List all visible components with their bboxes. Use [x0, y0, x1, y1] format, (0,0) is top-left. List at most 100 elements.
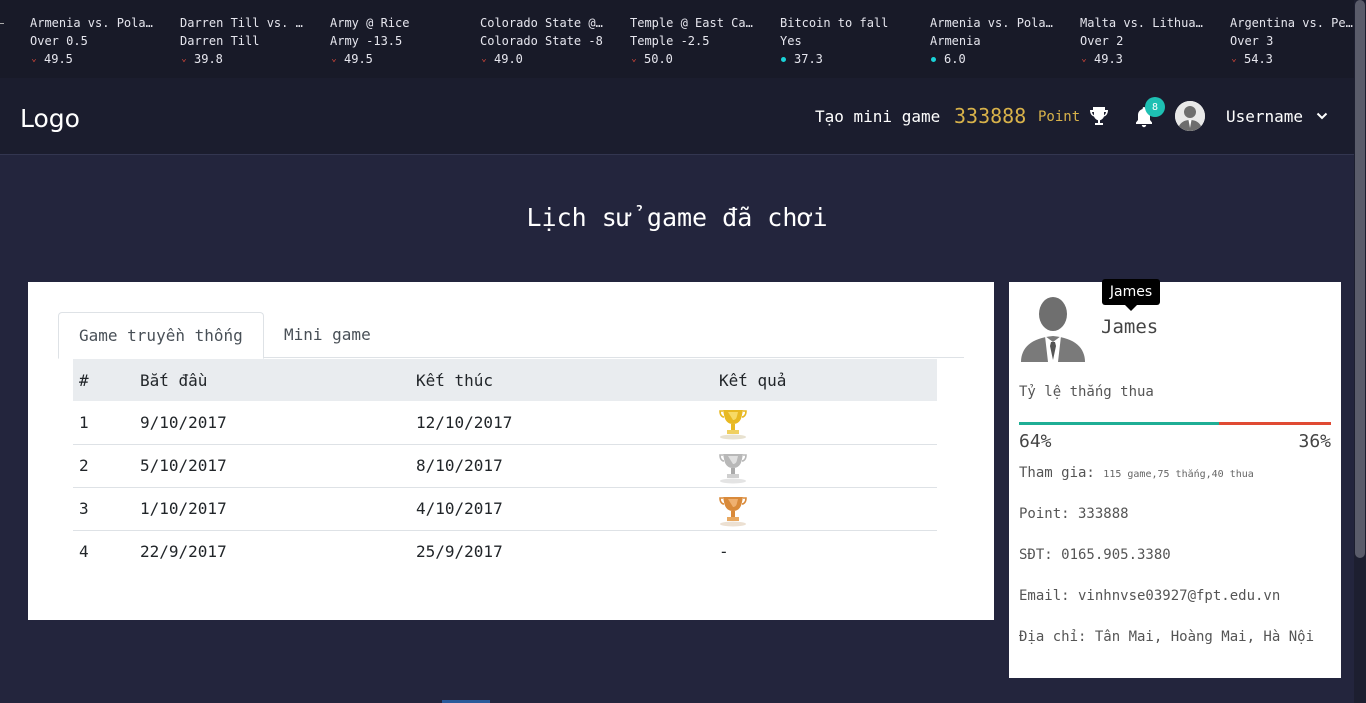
trophy-icon[interactable]: [1088, 105, 1110, 127]
table-row: 2 5/10/2017 8/10/2017: [73, 444, 937, 488]
row-start-date: 22/9/2017: [140, 542, 227, 562]
ticker-outcome: Temple -2.5: [630, 34, 710, 48]
page-title: Lịch sử game đã chơi: [526, 203, 828, 232]
ticker-item[interactable]: Armenia vs. Poland Over 0.5 ⌄ 49.5: [30, 14, 156, 68]
ticker-item[interactable]: Bitcoin to fall Yes 37.3: [780, 14, 906, 68]
ticker-edge: [0, 23, 4, 24]
ticker-value-row: ⌄ 39.8: [180, 50, 306, 68]
win-loss-ratio-label: Tỷ lệ thắng thua: [1019, 384, 1154, 400]
ticker-value: 49.5: [344, 52, 373, 66]
ticker-value-row: ⌄ 49.3: [1080, 50, 1206, 68]
ticker-item[interactable]: Armenia vs. Poland Armenia 6.0: [930, 14, 1056, 68]
bronze-trophy-icon: [719, 496, 747, 526]
profile-card: James Tỷ lệ thắng thua 64% 36% Tham gia:…: [1009, 282, 1341, 678]
create-mini-game-link[interactable]: Tạo mini game: [815, 107, 940, 126]
ticker-event: Army @ Rice: [330, 16, 410, 30]
ticker-item[interactable]: Argentina vs. Peru Over 3 ⌄ 54.3: [1230, 14, 1354, 68]
ticker-value-row: ⌄ 49.5: [30, 50, 156, 68]
trend-down-icon: ⌄: [481, 54, 487, 64]
trend-down-icon: ⌄: [1231, 54, 1237, 64]
ticker-value: 39.8: [194, 52, 223, 66]
ticker-value: 49.5: [44, 52, 73, 66]
ticker-value: 6.0: [944, 52, 966, 66]
column-header-result: Kết quả: [713, 359, 937, 401]
ticker-value-row: ⌄ 54.3: [1230, 50, 1354, 68]
ticker-value: 54.3: [1244, 52, 1273, 66]
table-header-row: # Bắt đầu Kết thúc Kết quả: [73, 359, 937, 401]
ticker-value: 49.0: [494, 52, 523, 66]
ticker-item[interactable]: Temple @ East Carolina Temple -2.5 ⌄ 50.0: [630, 14, 756, 68]
scrollbar-thumb[interactable]: [1355, 0, 1365, 558]
row-number: 3: [73, 487, 134, 531]
history-card: Game truyền thống Mini game # Bắt đầu Kế…: [28, 282, 994, 620]
tab-mini-game[interactable]: Mini game: [264, 312, 391, 358]
ticker-event: Bitcoin to fall: [780, 16, 889, 30]
username[interactable]: Username: [1226, 107, 1303, 126]
row-end-date: 25/9/2017: [416, 542, 503, 562]
ticker-event: Malta vs. Lithuania: [1080, 16, 1206, 30]
ticker-item[interactable]: Colorado State @ Air Colorado State -8 ⌄ 49…: [480, 14, 606, 68]
row-number: 4: [79, 542, 89, 562]
tooltip-arrow: [1125, 305, 1137, 311]
column-header-number: #: [73, 359, 134, 401]
row-number: 2: [73, 444, 134, 488]
tab-bar: Game truyền thống Mini game: [58, 312, 964, 359]
user-silhouette-icon: [1175, 101, 1205, 131]
ticker-item[interactable]: Darren Till vs. Stephen Darren Till ⌄ 39.8: [180, 14, 306, 68]
ticker-event: Temple @ East Carolina: [630, 16, 756, 30]
row-result: [713, 444, 937, 488]
ticker-value-row: ⌄ 50.0: [630, 50, 756, 68]
profile-email: Email: vinhnvse03927@fpt.edu.vn: [1019, 588, 1281, 604]
ticker-item[interactable]: Malta vs. Lithuania Over 2 ⌄ 49.3: [1080, 14, 1206, 68]
row-end-date: 8/10/2017: [410, 444, 713, 488]
trend-up-icon: [931, 56, 936, 62]
profile-point: Point: 333888: [1019, 506, 1129, 522]
ticker-outcome: Colorado State -8: [480, 34, 603, 48]
points-value: 333888: [954, 104, 1027, 128]
ticker-event: Darren Till vs. Stephen: [180, 16, 306, 30]
ticker-value-row: 6.0: [930, 50, 1056, 68]
row-end-date: 12/10/2017: [410, 401, 713, 445]
participation-detail: 115 game,75 thắng,40 thua: [1103, 469, 1254, 480]
row-end-date: 4/10/2017: [410, 487, 713, 531]
logo[interactable]: Logo: [20, 104, 80, 133]
ticker-outcome: Darren Till: [180, 34, 260, 48]
row-result: [713, 487, 937, 531]
trend-down-icon: ⌄: [631, 54, 637, 64]
ticker-value: 37.3: [794, 52, 823, 66]
chevron-down-icon[interactable]: [1316, 111, 1328, 121]
profile-name[interactable]: James: [1101, 316, 1158, 338]
ticker-outcome: Over 2: [1080, 34, 1124, 48]
ticker-value-row: ⌄ 49.0: [480, 50, 606, 68]
ticker-outcome: Over 3: [1230, 34, 1274, 48]
ticker-value-row: ⌄ 49.5: [330, 50, 456, 68]
gold-trophy-icon: [719, 410, 747, 440]
trend-down-icon: ⌄: [181, 54, 187, 64]
table-row: 1 9/10/2017 12/10/2017: [73, 401, 937, 445]
loss-bar-segment: [1218, 422, 1331, 425]
column-header-end: Kết thúc: [410, 359, 713, 401]
row-number: 1: [73, 401, 134, 445]
ticker-value-row: 37.3: [780, 50, 906, 68]
top-header: Logo Tạo mini game 333888 Point 8 Userna…: [0, 78, 1354, 155]
avatar[interactable]: [1175, 101, 1205, 131]
win-percent: 64%: [1019, 431, 1052, 452]
participation-info: Tham gia: 115 game,75 thắng,40 thua: [1019, 465, 1254, 481]
participation-label: Tham gia:: [1019, 465, 1095, 481]
ticker-item[interactable]: Army @ Rice Army -13.5 ⌄ 49.5: [330, 14, 456, 68]
row-result: [713, 401, 937, 445]
ticker-event: Colorado State @ Air: [480, 16, 606, 30]
trend-down-icon: ⌄: [31, 54, 37, 64]
ticker-event: Argentina vs. Peru: [1230, 16, 1354, 30]
table-row: 4 22/9/2017 25/9/2017 -: [73, 530, 937, 573]
ticker-outcome: Army -13.5: [330, 34, 403, 48]
tab-traditional-game[interactable]: Game truyền thống: [58, 312, 264, 359]
ticker-outcome: Armenia: [930, 34, 981, 48]
profile-avatar-icon: [1021, 292, 1085, 362]
notification-badge: 8: [1145, 97, 1165, 117]
ticker-outcome: Over 0.5: [30, 34, 88, 48]
trend-up-icon: [781, 56, 786, 62]
trend-down-icon: ⌄: [1081, 54, 1087, 64]
row-start-date: 5/10/2017: [134, 444, 410, 488]
ticker-event: Armenia vs. Poland: [30, 16, 156, 30]
